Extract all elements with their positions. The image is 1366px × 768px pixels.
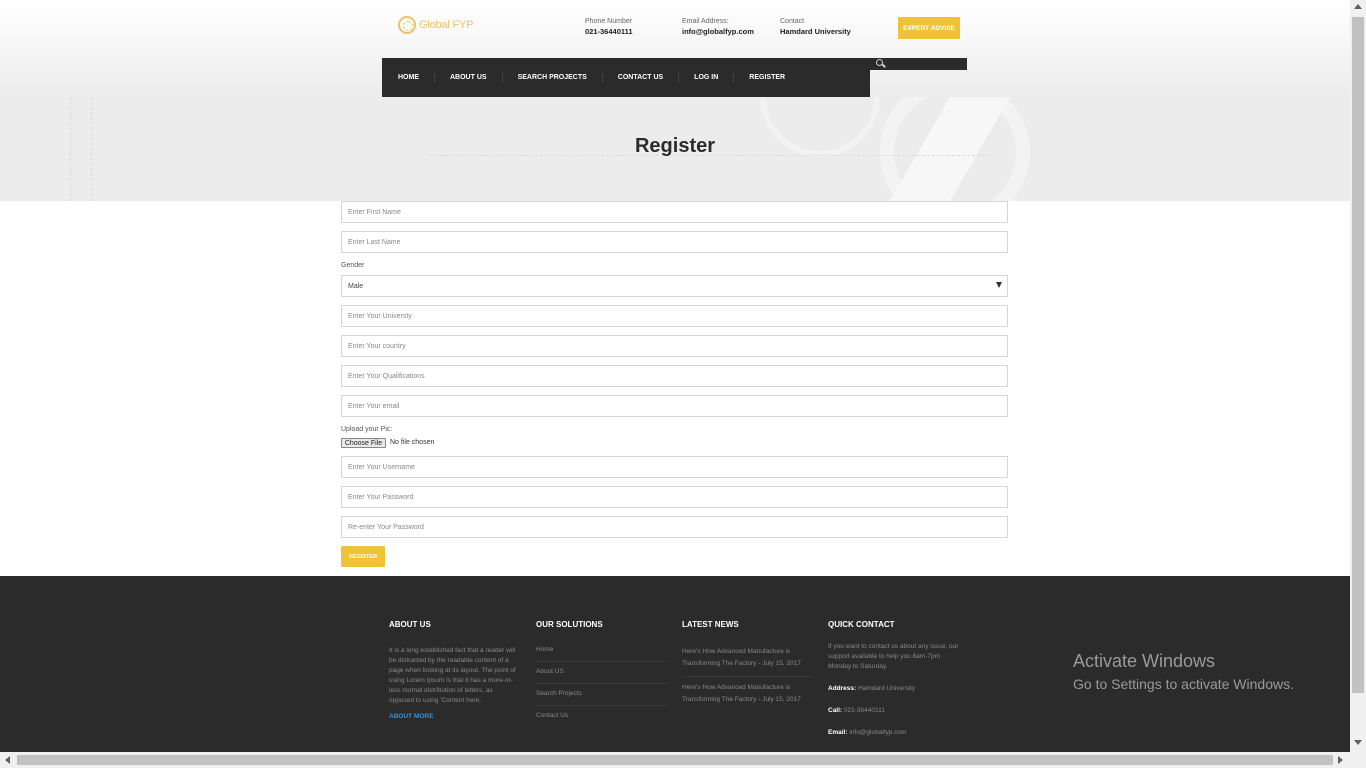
phone-info: Phone Number 021-36440111	[585, 17, 633, 37]
nav-log-in[interactable]: LOG IN	[679, 72, 735, 83]
nav-about-us[interactable]: ABOUT US	[435, 72, 503, 83]
logo-text: Global FYP	[419, 19, 474, 31]
email-label: Email:	[828, 729, 848, 736]
scroll-right-arrow-icon[interactable]	[1338, 756, 1343, 764]
reenter-password-input[interactable]: Re-enter Your Password	[341, 516, 1008, 538]
scroll-up-arrow-icon[interactable]	[1354, 4, 1362, 9]
email-input[interactable]: Enter Your email	[341, 395, 1008, 417]
contact-call: Call: 021-36440111	[828, 706, 960, 716]
gear-logo-icon	[398, 16, 416, 34]
qualifications-input[interactable]: Enter Your Qualifications	[341, 365, 1008, 387]
footer-about-heading: ABOUT US	[389, 620, 431, 629]
scroll-down-arrow-icon[interactable]	[1354, 740, 1362, 745]
call-value: 021-36440111	[843, 707, 885, 714]
country-input[interactable]: Enter Your country	[341, 335, 1008, 357]
last-name-input[interactable]: Enter Last Name	[341, 231, 1008, 253]
address-value: Hamdard University	[858, 685, 916, 692]
search-input[interactable]	[870, 58, 967, 70]
footer-about-text: It is a long established fact that a rea…	[389, 647, 516, 704]
news-item[interactable]: Here's How Advanced Manufacture is Trans…	[682, 682, 812, 712]
gender-label: Gender	[341, 262, 365, 269]
email-label: Email Address:	[682, 18, 729, 25]
footer-contact-heading: QUICK CONTACT	[828, 620, 895, 629]
dropdown-arrow-icon	[996, 282, 1002, 288]
footer-link-contact[interactable]: Contact Us	[536, 712, 668, 727]
windows-activation-subtitle: Go to Settings to activate Windows.	[1073, 676, 1294, 692]
logo[interactable]: Global FYP	[398, 16, 473, 34]
address-label: Address:	[828, 685, 857, 692]
choose-file-button[interactable]: Choose File	[341, 438, 386, 448]
header: Global FYP Phone Number 021-36440111 Ema…	[0, 0, 1350, 97]
page-title: Register	[634, 135, 716, 157]
footer-link-home[interactable]: Home	[536, 646, 668, 662]
expert-advise-button[interactable]: EXPERT ADVISE	[898, 17, 960, 39]
gender-select[interactable]: Male	[341, 275, 1008, 297]
windows-activation-title: Activate Windows	[1073, 651, 1216, 671]
phone-label: Phone Number	[585, 18, 633, 25]
upload-label: Upload your Pic:	[341, 426, 393, 433]
footer-about: ABOUT US It is a long established fact t…	[389, 620, 519, 720]
search-icon[interactable]	[876, 59, 883, 66]
nav-register[interactable]: REGISTER	[734, 73, 800, 83]
contact-email: Email: info@globalfyp.com	[828, 728, 960, 738]
university-input[interactable]: Enter Your Universty	[341, 305, 1008, 327]
news-item[interactable]: Here's How Advanced Manufacture is Trans…	[682, 646, 812, 677]
footer-link-about[interactable]: About US	[536, 668, 668, 684]
gender-selected-value: Male	[348, 282, 364, 290]
footer-news-heading: LATEST NEWS	[682, 620, 739, 629]
footer-link-search-projects[interactable]: Search Projects	[536, 690, 668, 706]
email-value[interactable]: info@globalfyp.com	[849, 729, 906, 736]
vertical-scroll-thumb[interactable]	[1352, 17, 1364, 693]
footer-solutions-heading: OUR SOLUTIONS	[536, 620, 603, 629]
nav-contact-us[interactable]: CONTACT US	[603, 72, 680, 83]
call-label: Call:	[828, 707, 843, 714]
footer-contact: QUICK CONTACT If you want to contact us …	[828, 620, 960, 750]
username-input[interactable]: Enter Your Username	[341, 456, 1008, 478]
contact-info: Contact Hamdard University	[780, 17, 851, 37]
phone-value: 021-36440111	[585, 27, 633, 36]
email-info: Email Address: info@globalfyp.com	[682, 17, 754, 37]
scroll-left-arrow-icon[interactable]	[5, 756, 10, 764]
contact-intro: If you want to contact us about any issu…	[828, 643, 959, 670]
footer-solutions: OUR SOLUTIONS Home About US Search Proje…	[536, 620, 668, 733]
file-status: No file chosen	[390, 439, 435, 446]
main-nav: HOME ABOUT US SEARCH PROJECTS CONTACT US…	[382, 58, 870, 97]
first-name-input[interactable]: Enter First Name	[341, 201, 1008, 223]
contact-value: Hamdard University	[780, 27, 851, 36]
register-button[interactable]: REGISTER	[341, 546, 385, 567]
password-input[interactable]: Enter Your Password	[341, 486, 1008, 508]
footer-news: LATEST NEWS Here's How Advanced Manufact…	[682, 620, 812, 717]
page-banner: Register	[0, 97, 1350, 201]
horizontal-scroll-thumb[interactable]	[17, 755, 1333, 765]
contact-label: Contact	[780, 18, 805, 25]
nav-search-projects[interactable]: SEARCH PROJECTS	[503, 72, 603, 83]
contact-address: Address: Hamdard University	[828, 684, 960, 694]
email-value: info@globalfyp.com	[682, 27, 754, 36]
about-more-link[interactable]: ABOUT MORE	[389, 713, 519, 720]
nav-home[interactable]: HOME	[383, 72, 435, 83]
